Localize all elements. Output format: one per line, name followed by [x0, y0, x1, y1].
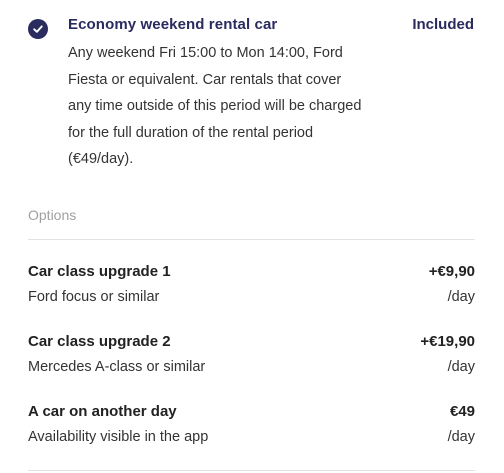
included-title: Economy weekend rental car: [68, 16, 278, 33]
option-car-class-upgrade-1[interactable]: Car class upgrade 1 Ford focus or simila…: [28, 263, 475, 313]
option-price-unit: /day: [447, 359, 475, 375]
option-car-another-day[interactable]: A car on another day Availability visibl…: [28, 403, 475, 453]
options-divider: [28, 239, 475, 240]
option-price: +€9,90: [428, 263, 475, 280]
option-title: A car on another day: [28, 403, 177, 420]
option-title: Car class upgrade 1: [28, 263, 171, 280]
option-title: Car class upgrade 2: [28, 333, 171, 350]
option-car-class-upgrade-2[interactable]: Car class upgrade 2 Mercedes A-class or …: [28, 333, 475, 383]
included-status: Included: [412, 16, 474, 33]
included-description: Any weekend Fri 15:00 to Mon 14:00, Ford…: [68, 45, 362, 167]
options-heading: Options: [28, 207, 77, 223]
option-price-unit: /day: [447, 429, 475, 445]
option-price: €49: [449, 403, 475, 420]
options-bottom-divider: [28, 470, 475, 471]
option-subtitle: Ford focus or similar: [28, 289, 160, 305]
option-price-unit: /day: [447, 289, 475, 305]
option-subtitle: Mercedes A-class or similar: [28, 359, 206, 375]
option-price: +€19,90: [420, 333, 475, 350]
option-subtitle: Availability visible in the app: [28, 429, 209, 445]
check-circle-icon: [28, 19, 48, 39]
